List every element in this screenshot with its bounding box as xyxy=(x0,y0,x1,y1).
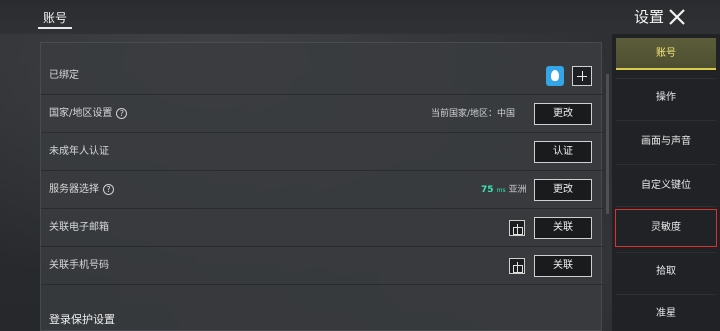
close-icon[interactable] xyxy=(666,6,688,28)
sidebar-divider xyxy=(616,206,716,207)
row-bound-accounts: 已绑定 xyxy=(41,57,603,95)
top-bar: 账号 设置 xyxy=(0,0,720,34)
row-country-region: 国家/地区设置? 当前国家/地区：中国 更改 xyxy=(41,95,603,133)
link-phone-button[interactable]: 关联 xyxy=(534,255,592,277)
current-region-text: 当前国家/地区：中国 xyxy=(431,109,516,119)
scrollbar[interactable] xyxy=(606,74,609,214)
sidebar-item-account[interactable]: 账号 xyxy=(616,38,716,70)
sidebar-divider xyxy=(616,164,716,165)
row-label: 关联手机号码 xyxy=(49,260,109,271)
gift-icon[interactable] xyxy=(509,258,525,274)
row-label: 国家/地区设置? xyxy=(49,95,128,133)
row-label: 已绑定 xyxy=(49,70,79,81)
row-minor-verification: 未成年人认证 认证 xyxy=(41,133,603,171)
sidebar-item-pickup[interactable]: 拾取 xyxy=(616,256,716,288)
ping-value: 75 ms xyxy=(481,185,506,195)
gift-icon[interactable] xyxy=(509,220,525,236)
change-server-button[interactable]: 更改 xyxy=(534,179,592,201)
row-label: 关联电子邮箱 xyxy=(49,222,109,233)
sidebar-divider xyxy=(616,78,716,79)
server-status: 75 ms 亚洲 xyxy=(481,171,527,210)
sidebar-item-controls[interactable]: 操作 xyxy=(616,82,716,114)
row-label-text: 服务器选择 xyxy=(49,184,99,195)
sidebar-divider xyxy=(616,294,716,295)
account-settings-panel: 已绑定 国家/地区设置? 当前国家/地区：中国 更改 未成年人认证 认证 服务器… xyxy=(40,42,603,331)
row-server-select: 服务器选择? 75 ms 亚洲 更改 xyxy=(41,171,603,209)
sidebar-item-graphics-audio[interactable]: 画面与声音 xyxy=(616,126,716,158)
sidebar-divider xyxy=(616,252,716,253)
add-icon[interactable] xyxy=(572,66,592,86)
qq-icon[interactable] xyxy=(546,66,564,86)
help-icon[interactable]: ? xyxy=(116,107,128,119)
link-email-button[interactable]: 关联 xyxy=(534,217,592,239)
verify-button[interactable]: 认证 xyxy=(534,141,592,163)
row-link-phone: 关联手机号码 关联 xyxy=(41,247,603,285)
row-label-text: 国家/地区设置 xyxy=(49,108,113,119)
sidebar-item-sensitivity[interactable]: 灵敏度 xyxy=(615,209,717,247)
change-region-button[interactable]: 更改 xyxy=(534,103,592,125)
login-protection-title: 登录保护设置 xyxy=(49,313,115,326)
sidebar-item-crosshair[interactable]: 准星 xyxy=(616,298,716,330)
help-icon[interactable]: ? xyxy=(103,183,114,195)
server-region: 亚洲 xyxy=(508,185,527,195)
tab-account[interactable]: 账号 xyxy=(38,7,72,29)
sidebar-divider xyxy=(616,120,716,121)
row-label: 未成年人认证 xyxy=(49,146,109,157)
row-label: 服务器选择? xyxy=(49,171,114,209)
row-link-email: 关联电子邮箱 关联 xyxy=(41,209,603,247)
page-title: 设置 xyxy=(634,8,665,26)
sidebar-item-custom-keys[interactable]: 自定义键位 xyxy=(616,170,716,202)
settings-sidebar: 账号 操作 画面与声音 自定义键位 灵敏度 拾取 准星 xyxy=(612,34,720,331)
